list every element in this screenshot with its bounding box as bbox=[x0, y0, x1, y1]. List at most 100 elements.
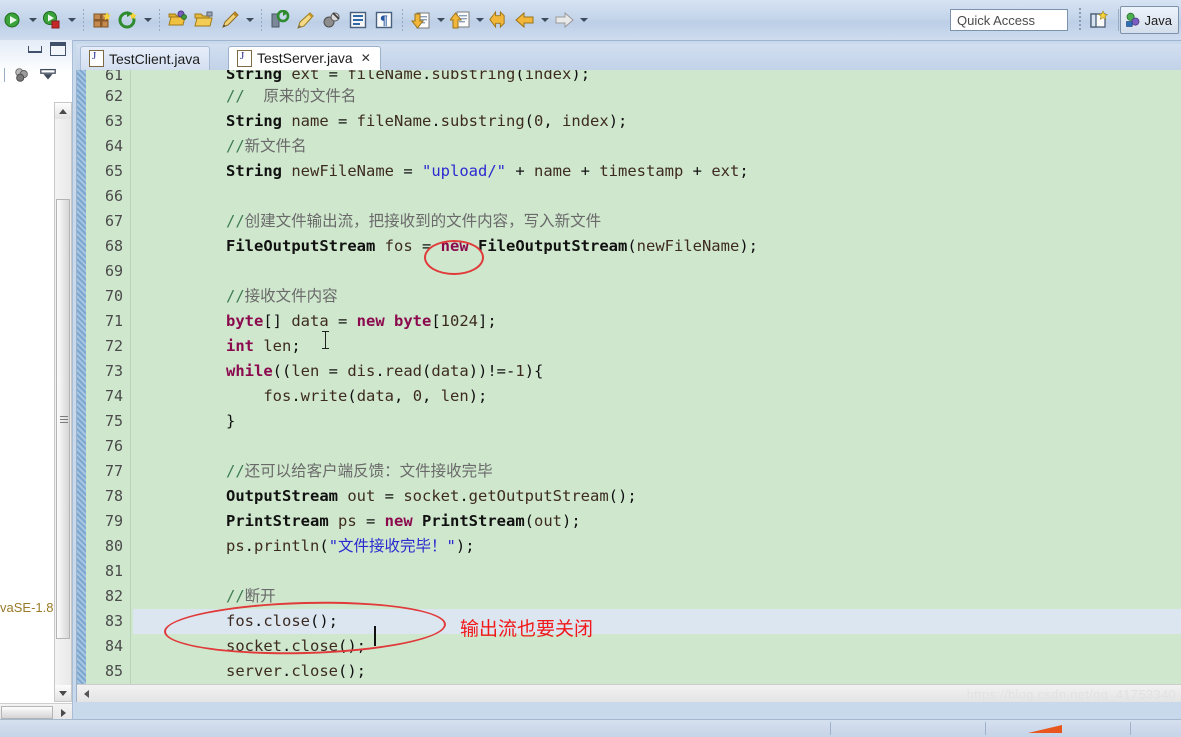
tab-label: TestClient.java bbox=[109, 50, 201, 67]
line-number: 72 bbox=[104, 337, 123, 355]
java-perspective-button[interactable]: Java bbox=[1119, 6, 1179, 34]
status-bar bbox=[0, 719, 1181, 737]
toolbar-group-new bbox=[89, 4, 154, 36]
vscrollbar-thumb[interactable] bbox=[56, 199, 70, 639]
jre-library-entry[interactable]: vaSE-1.8 bbox=[0, 600, 53, 615]
line-number: 69 bbox=[104, 262, 123, 280]
tab-label: TestServer.java bbox=[257, 50, 353, 66]
run-dropdown-arrow[interactable] bbox=[26, 7, 39, 33]
code-line: //创建文件输出流，把接收到的文件内容，写入新文件 bbox=[226, 212, 602, 230]
line-number-ruler: 61 62 63 64 65 66 67 68 69 70 71 72 73 7… bbox=[86, 70, 129, 702]
code-line: ps.println("文件接收完毕！"); bbox=[226, 537, 475, 555]
annotation-red-note: 输出流也要关闭 bbox=[460, 618, 594, 640]
code-line: FileOutputStream fos = new FileOutputStr… bbox=[226, 237, 758, 255]
code-text[interactable]: String ext = fileName.substring(index); … bbox=[133, 70, 1181, 702]
code-line: String newFileName = "upload/" + name + … bbox=[226, 162, 749, 180]
java-file-icon bbox=[237, 49, 252, 67]
back-dropdown-arrow[interactable] bbox=[538, 7, 551, 33]
view-toolbar bbox=[4, 64, 70, 86]
toolbar-group-run bbox=[0, 4, 78, 36]
open-resource-button[interactable] bbox=[165, 7, 191, 33]
next-annotation-button[interactable] bbox=[408, 7, 434, 33]
package-explorer-vscrollbar[interactable] bbox=[54, 102, 72, 702]
perspective-divider bbox=[1118, 9, 1119, 31]
scroll-left-arrow-icon[interactable] bbox=[80, 688, 92, 700]
line-number: 70 bbox=[104, 287, 123, 305]
line-number: 63 bbox=[104, 112, 123, 130]
open-task-button[interactable] bbox=[191, 7, 217, 33]
toggle-block-selection-button[interactable] bbox=[345, 7, 371, 33]
java-file-icon bbox=[89, 50, 104, 67]
open-type-dropdown-arrow[interactable] bbox=[141, 7, 154, 33]
open-type-button[interactable] bbox=[115, 7, 141, 33]
debug-button[interactable] bbox=[39, 7, 65, 33]
tab-testserver-java[interactable]: TestServer.java ✕ bbox=[228, 46, 381, 70]
last-edit-location-button[interactable] bbox=[486, 7, 512, 33]
next-annotation-dropdown-arrow[interactable] bbox=[434, 7, 447, 33]
quick-access-input[interactable]: Quick Access bbox=[950, 9, 1068, 31]
mouse-ibeam-cursor bbox=[322, 331, 329, 349]
line-number: 66 bbox=[104, 187, 123, 205]
minimize-view-icon[interactable] bbox=[28, 45, 42, 53]
scroll-right-arrow-icon[interactable] bbox=[56, 706, 70, 719]
code-line: // 原来的文件名 bbox=[226, 87, 357, 105]
tab-testclient-java[interactable]: TestClient.java bbox=[80, 46, 211, 70]
forward-dropdown-arrow[interactable] bbox=[577, 7, 590, 33]
toolbar-separator bbox=[159, 9, 160, 31]
code-line: byte[] data = new byte[1024]; bbox=[226, 312, 497, 330]
previous-annotation-button[interactable] bbox=[447, 7, 473, 33]
code-line: //新文件名 bbox=[226, 137, 307, 155]
maximize-view-icon[interactable] bbox=[50, 42, 66, 56]
debug-dropdown-arrow[interactable] bbox=[65, 7, 78, 33]
watermark-text: https://blog.csdn.net/qq_41753340 bbox=[966, 687, 1176, 702]
toolbar-group-navigation bbox=[486, 4, 590, 36]
code-line: PrintStream ps = new PrintStream(out); bbox=[226, 512, 581, 530]
line-number: 85 bbox=[104, 662, 123, 680]
edit-pen-dropdown-arrow[interactable] bbox=[243, 7, 256, 33]
editor-tabstrip: TestClient.java TestServer.java ✕ bbox=[76, 44, 1181, 70]
text-caret bbox=[374, 626, 376, 646]
line-number: 64 bbox=[104, 137, 123, 155]
toolbar-separator-right bbox=[1079, 8, 1081, 32]
code-line: int len; bbox=[226, 337, 301, 355]
previous-annotation-dropdown-arrow[interactable] bbox=[473, 7, 486, 33]
scrollbar-grip-icon bbox=[60, 416, 68, 423]
new-java-package-button[interactable] bbox=[89, 7, 115, 33]
line-number: 83 bbox=[104, 612, 123, 630]
hscrollbar-thumb[interactable] bbox=[1, 706, 53, 719]
code-line: OutputStream out = socket.getOutputStrea… bbox=[226, 487, 637, 505]
package-explorer-header bbox=[0, 40, 72, 88]
scroll-down-arrow-icon[interactable] bbox=[55, 685, 71, 701]
scroll-up-arrow-icon[interactable] bbox=[55, 103, 71, 119]
code-line: //还可以给客户端反馈：文件接收完毕 bbox=[226, 462, 493, 480]
java-perspective-label: Java bbox=[1144, 12, 1172, 28]
collapse-all-icon[interactable] bbox=[13, 66, 31, 84]
skip-all-breakpoints-button[interactable] bbox=[319, 7, 345, 33]
code-line: } bbox=[226, 412, 236, 430]
gutter-separator bbox=[130, 70, 131, 702]
edit-pen-button[interactable] bbox=[217, 7, 243, 33]
package-explorer-hscrollbar[interactable] bbox=[0, 703, 72, 720]
view-menu-icon[interactable] bbox=[39, 68, 57, 82]
code-editor[interactable]: 61 62 63 64 65 66 67 68 69 70 71 72 73 7… bbox=[76, 70, 1181, 702]
line-number: 62 bbox=[104, 87, 123, 105]
back-button[interactable] bbox=[512, 7, 538, 33]
run-button[interactable] bbox=[0, 7, 26, 33]
line-number: 67 bbox=[104, 212, 123, 230]
svg-text:¶: ¶ bbox=[380, 14, 388, 29]
code-line: socket.close(); bbox=[226, 637, 367, 655]
show-whitespace-button[interactable]: ¶ bbox=[371, 7, 397, 33]
forward-button[interactable] bbox=[551, 7, 577, 33]
code-line-current: fos.close(); bbox=[133, 609, 1181, 634]
annotation-ruler[interactable] bbox=[77, 70, 86, 702]
code-line: server.close(); bbox=[226, 662, 367, 680]
line-number: 74 bbox=[104, 387, 123, 405]
close-icon[interactable]: ✕ bbox=[361, 51, 371, 65]
line-number: 78 bbox=[104, 487, 123, 505]
open-perspective-icon[interactable] bbox=[1087, 8, 1111, 32]
editor-hscrollbar[interactable]: https://blog.csdn.net/qq_41753340 bbox=[77, 684, 1181, 702]
new-java-project-button[interactable] bbox=[267, 7, 293, 33]
toggle-mark-occurrences-button[interactable] bbox=[293, 7, 319, 33]
